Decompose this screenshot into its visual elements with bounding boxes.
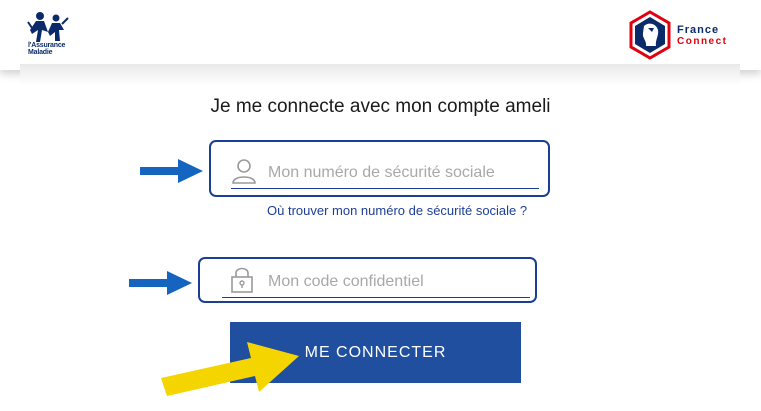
franceconnect-text-france: France bbox=[677, 24, 720, 36]
nir-input[interactable] bbox=[268, 163, 538, 183]
yellow-arrow-icon bbox=[161, 342, 299, 396]
nir-field[interactable] bbox=[209, 140, 550, 197]
nir-help-link[interactable]: Où trouver mon numéro de sécurité social… bbox=[267, 201, 533, 221]
franceconnect-text-connect: Connect bbox=[677, 36, 728, 47]
code-field[interactable] bbox=[198, 257, 537, 303]
code-input[interactable] bbox=[268, 272, 528, 292]
code-underline bbox=[222, 297, 530, 298]
ameli-logo-text: l'Assurance Maladie bbox=[28, 42, 66, 56]
blue-arrow-nir-icon bbox=[140, 159, 203, 183]
blue-arrow-code-icon bbox=[129, 271, 192, 295]
header: l'Assurance Maladie France Connect bbox=[0, 0, 761, 70]
franceconnect-logo-icon[interactable] bbox=[628, 10, 672, 60]
nir-underline bbox=[231, 188, 539, 189]
page-title: Je me connecte avec mon compte ameli bbox=[210, 96, 551, 117]
header-shadow bbox=[20, 64, 740, 86]
user-icon bbox=[232, 159, 256, 184]
lock-icon bbox=[231, 267, 253, 293]
